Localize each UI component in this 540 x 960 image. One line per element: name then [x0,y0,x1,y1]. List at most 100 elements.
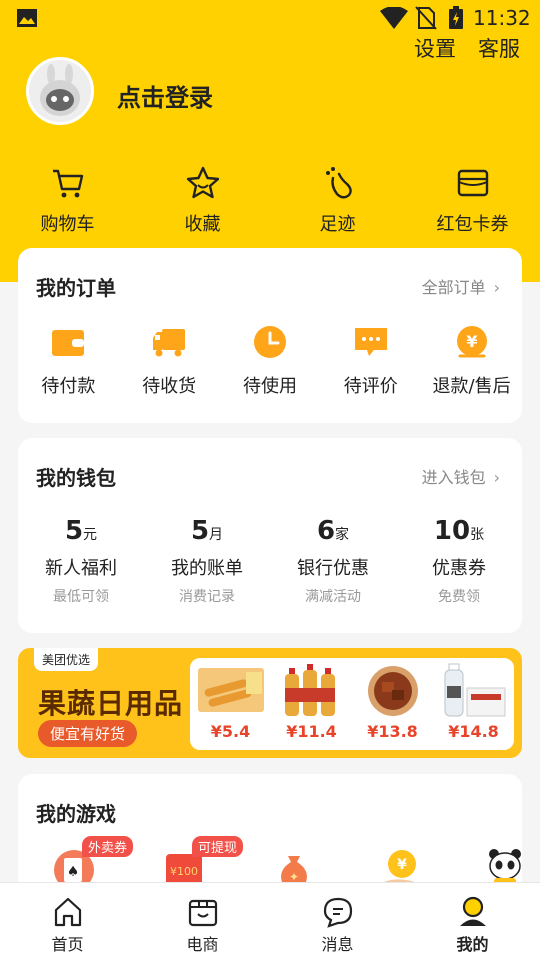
svg-text:♠: ♠ [67,864,80,880]
wallet-newcomer-label: 新人福利 [45,558,117,579]
banner-product-price: ¥5.4 [210,722,251,741]
tab-profile[interactable]: 我的 [405,883,540,960]
wallet-item-bill[interactable]: 5月 我的账单 消费记录 [147,516,267,606]
enter-wallet-link[interactable]: 进入钱包 › [422,464,500,488]
wallet-row: 5元 新人福利 最低可领 5月 我的账单 消费记录 6家 银行优惠 满减活动 1… [18,516,522,606]
wallet-icon [52,330,85,356]
banner-product-price: ¥14.8 [448,722,499,741]
svg-text:¥: ¥ [397,857,407,873]
wallet-coupon-sub: 免费领 [438,589,480,605]
home-icon [54,897,81,927]
chevron-right-icon: › [493,278,500,297]
comment-icon [354,328,387,356]
game-badge: 外卖券 [82,836,134,857]
wallet-newcomer-sub: 最低可领 [53,589,109,605]
bottom-tab-bar: 首页 电商 消息 我的 [0,882,540,960]
quick-cart[interactable]: 购物车 [0,164,135,236]
order-pending-payment[interactable]: 待付款 [18,324,118,398]
wallet-item-newcomer[interactable]: 5元 新人福利 最低可领 [21,516,141,606]
quick-favorites[interactable]: 收藏 [135,164,270,236]
clock-icon [253,326,286,358]
snack-rolls-product-image [197,668,264,712]
order-pending-review[interactable]: 待评价 [321,324,421,398]
quick-footprint-label: 足迹 [319,214,356,235]
order-pending-use-label: 待使用 [242,376,297,397]
order-refund-label: 退款/售后 [432,376,511,397]
wallet-item-bank[interactable]: 6家 银行优惠 满减活动 [273,516,393,606]
banner-product[interactable]: ¥14.8 [435,658,513,750]
customer-service-link[interactable]: 客服 [478,33,520,63]
shop-icon [188,899,217,927]
cart-icon [52,169,83,198]
avatar[interactable] [26,57,94,125]
tab-profile-label: 我的 [456,935,489,954]
star-icon [186,166,219,199]
banner-brand-tag: 美团优选 [34,648,99,671]
wallet-newcomer-num: 5 [64,516,84,546]
wallet-card-icon [457,169,488,197]
tab-home-label: 首页 [51,935,84,954]
enter-wallet-label: 进入钱包 [421,468,486,487]
banner-product-price: ¥13.8 [367,722,418,741]
wallet-bill-unit: 月 [209,527,224,543]
banner-product[interactable]: ¥11.4 [273,658,351,750]
truck-icon [153,329,186,357]
bottled-water-product-image [444,663,505,717]
orders-title: 我的订单 [36,276,116,300]
tab-messages-label: 消息 [321,935,354,954]
order-pending-receipt[interactable]: 待收货 [119,324,219,398]
order-pending-review-label: 待评价 [343,376,398,397]
profile-icon [459,896,486,926]
footprint-icon [325,167,352,199]
banner-product-price: ¥11.4 [286,722,337,741]
status-bar: 11:32 [0,0,540,36]
promo-banner[interactable]: 美团优选 果蔬日用品 便宜有好货 ¥5.4 ¥11.4 ¥13.8 ¥14.8 [18,648,522,758]
quick-footprint[interactable]: 足迹 [270,164,405,236]
quick-coupons[interactable]: 红包卡券 [405,164,540,236]
settings-link[interactable]: 设置 [414,33,456,63]
banner-product[interactable]: ¥5.4 [192,658,270,750]
svg-text:¥: ¥ [466,332,477,351]
quick-cart-label: 购物车 [40,214,95,235]
default-avatar-icon [29,60,91,122]
battery-charging-icon [449,6,463,29]
wallet-bank-unit: 家 [335,527,350,543]
bottled-drinks-product-image [284,664,335,716]
quick-favorites-label: 收藏 [184,214,221,235]
orders-card: 我的订单 全部订单 › 待付款 待收货 待使用 待评价 ¥ 退款/售后 [18,248,522,423]
banner-products-panel: ¥5.4 ¥11.4 ¥13.8 ¥14.8 [190,658,514,750]
banner-pill: 便宜有好货 [38,720,138,747]
refund-icon: ¥ [456,326,487,358]
tab-messages[interactable]: 消息 [270,883,405,960]
wifi-icon [380,7,408,29]
wallet-card: 我的钱包 进入钱包 › 5元 新人福利 最低可领 5月 我的账单 消费记录 6家 … [18,438,522,633]
banner-product[interactable]: ¥13.8 [354,658,432,750]
wallet-coupon-unit: 张 [470,527,485,543]
order-pending-use[interactable]: 待使用 [220,324,320,398]
wallet-coupon-num: 10 [433,516,471,546]
header-links: 设置 客服 [414,33,520,63]
wallet-bank-num: 6 [316,516,336,546]
braised-meat-product-image [367,666,418,716]
svg-text:¥100: ¥100 [170,865,198,878]
tab-home[interactable]: 首页 [0,883,135,960]
quick-actions: 购物车 收藏 足迹 红包卡券 [0,164,540,236]
tab-shop-label: 电商 [186,935,219,954]
wallet-coupon-label: 优惠券 [432,558,486,579]
all-orders-link[interactable]: 全部订单 › [422,274,500,298]
games-title: 我的游戏 [36,802,116,826]
wallet-bill-label: 我的账单 [171,558,243,579]
status-time: 11:32 [473,6,531,30]
wallet-bill-sub: 消费记录 [179,589,235,605]
wallet-bank-sub: 满减活动 [305,589,361,605]
order-refund[interactable]: ¥ 退款/售后 [422,324,522,398]
login-link[interactable]: 点击登录 [117,78,213,113]
wallet-item-coupon[interactable]: 10张 优惠券 免费领 [399,516,519,606]
quick-coupons-label: 红包卡券 [436,214,509,235]
game-badge: 可提现 [192,836,244,857]
tab-shop[interactable]: 电商 [135,883,270,960]
banner-headline: 果蔬日用品 [38,687,184,720]
wallet-newcomer-unit: 元 [83,527,98,543]
chevron-right-icon: › [493,468,500,487]
message-icon [323,897,352,928]
